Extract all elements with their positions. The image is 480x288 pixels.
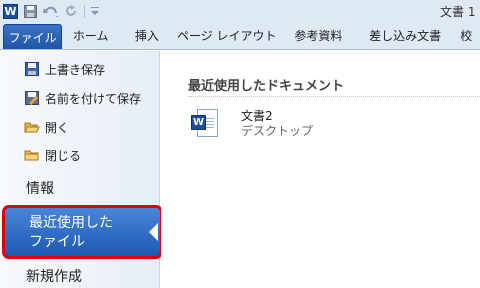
close-folder-icon [24, 147, 40, 163]
recent-document-item[interactable]: W 文書2 デスクトップ [191, 109, 431, 149]
word-document-icon: W [191, 109, 219, 141]
save-icon[interactable] [24, 4, 37, 18]
document-location: デスクトップ [241, 124, 314, 138]
open-folder-icon [24, 119, 40, 135]
selection-pointer-icon [149, 223, 158, 241]
toolbar-separator [84, 4, 85, 18]
close-command-label: 閉じる [45, 148, 82, 163]
quick-access-toolbar: W 文書 1 [0, 0, 480, 22]
ribbon-tabs: ファイル ホーム 挿入 ページ レイアウト 参考資料 差し込み文書 校 [0, 22, 480, 50]
nav-recent-files[interactable]: 最近使用した ファイル [2, 205, 163, 259]
section-divider [188, 96, 480, 97]
nav-info[interactable]: 情報 [26, 178, 54, 198]
open-command-label: 開く [45, 120, 70, 135]
save-command[interactable]: 上書き保存 [24, 59, 105, 79]
window-title: 文書 1 [440, 5, 476, 19]
save-command-label: 上書き保存 [45, 62, 106, 77]
open-command[interactable]: 開く [24, 117, 69, 137]
redo-icon[interactable] [65, 4, 78, 18]
tab-file[interactable]: ファイル [3, 24, 63, 49]
nav-recent-files-label: 最近使用した ファイル [29, 215, 113, 250]
tab-home[interactable]: ホーム [62, 22, 119, 49]
tab-review[interactable]: 校 [452, 22, 480, 49]
backstage-nav: 上書き保存 名前を付けて保存 開く 閉じる 情報 最近使用した ファイル 新規作… [0, 51, 163, 288]
tab-references[interactable]: 参考資料 [279, 22, 358, 49]
tab-mailings[interactable]: 差し込み文書 [358, 22, 453, 49]
save-as-icon [24, 90, 40, 106]
save-as-command-label: 名前を付けて保存 [45, 91, 142, 106]
document-name: 文書2 [241, 109, 273, 123]
save-as-command[interactable]: 名前を付けて保存 [24, 88, 141, 108]
tab-insert[interactable]: 挿入 [119, 22, 174, 49]
undo-icon[interactable] [43, 5, 59, 18]
close-command[interactable]: 閉じる [24, 145, 81, 165]
word-icon[interactable]: W [3, 3, 18, 19]
recent-documents-pane: 最近使用したドキュメント W 文書2 デスクトップ [161, 51, 480, 288]
customize-icon[interactable] [91, 6, 99, 16]
recent-documents-title: 最近使用したドキュメント [188, 79, 345, 94]
nav-new[interactable]: 新規作成 [26, 266, 82, 286]
save-icon [24, 61, 40, 77]
tab-page-layout[interactable]: ページ レイアウト [175, 22, 279, 49]
